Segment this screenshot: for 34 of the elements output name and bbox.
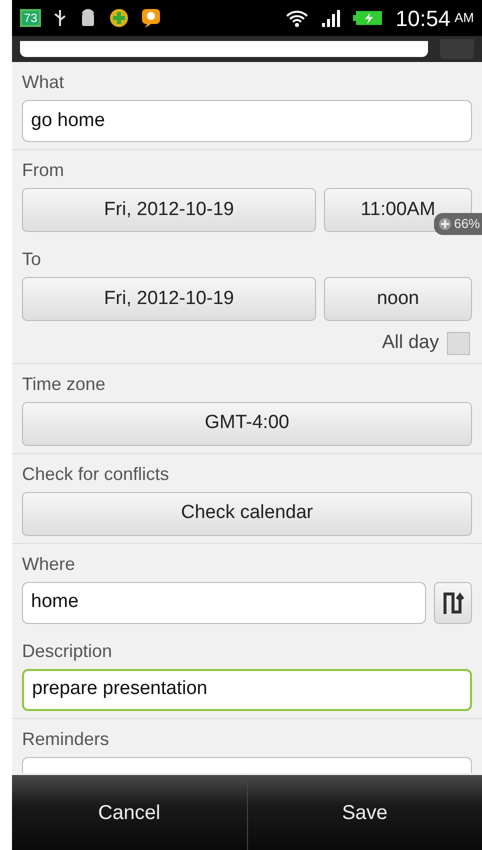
battery-icon	[353, 10, 384, 26]
date-button[interactable]: Fri, 2012-10-19	[22, 277, 316, 321]
action-button[interactable]: GMT-4:00	[22, 402, 472, 446]
notification-badge: 73	[20, 9, 42, 27]
action-button[interactable]: Check calendar	[22, 492, 472, 536]
time-button[interactable]: noon	[324, 277, 472, 321]
signal-icon	[321, 8, 342, 28]
wifi-icon	[285, 8, 310, 28]
input-field[interactable]: go home	[22, 100, 472, 142]
save-button[interactable]: Save	[246, 775, 482, 850]
input-field[interactable]: prepare presentation	[22, 668, 472, 710]
field-label: What	[22, 71, 66, 94]
field-label: Time zone	[22, 372, 106, 396]
field-label: Where	[22, 552, 76, 576]
field-label: From	[22, 159, 65, 182]
input-field[interactable]	[20, 41, 428, 57]
field-label: Check for conflicts	[22, 462, 170, 486]
input-field[interactable]: home	[22, 582, 426, 624]
checkbox[interactable]	[447, 332, 470, 355]
clock-time: 10:54	[395, 4, 450, 32]
route-icon	[441, 590, 465, 616]
clover-icon	[109, 8, 130, 28]
date-button[interactable]: Fri, 2012-10-19	[22, 188, 316, 232]
cancel-button[interactable]: Cancel	[12, 775, 246, 850]
usb-icon	[53, 8, 68, 28]
field-label: To	[22, 248, 42, 271]
chat-icon	[141, 8, 162, 28]
zoom-icon	[438, 216, 452, 231]
map-button[interactable]	[434, 582, 472, 624]
field-label: Description	[22, 640, 114, 663]
dropdown-field[interactable]	[22, 756, 472, 772]
checkbox-label: All day	[382, 331, 439, 355]
field-label: Reminders	[22, 728, 110, 750]
clock-meridiem: AM	[454, 9, 474, 28]
